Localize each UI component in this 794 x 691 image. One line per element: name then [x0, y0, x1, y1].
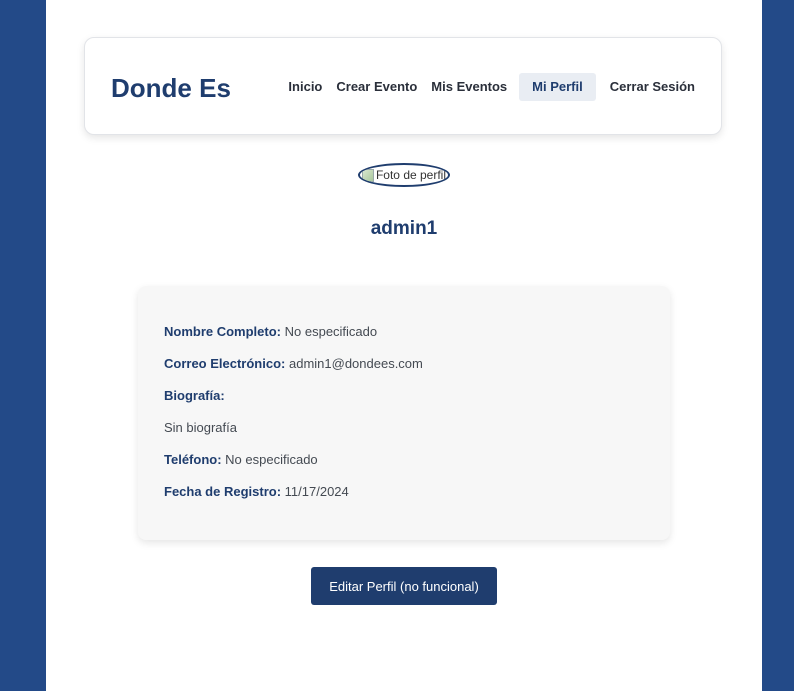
phone-label: Teléfono:: [164, 452, 222, 467]
profile-info-card: Nombre Completo: No especificado Correo …: [138, 286, 670, 540]
edit-profile-button[interactable]: Editar Perfil (no funcional): [311, 567, 497, 605]
page-container: Donde Es Inicio Crear Evento Mis Eventos…: [46, 0, 762, 691]
main-nav: Inicio Crear Evento Mis Eventos Mi Perfi…: [280, 73, 701, 101]
registration-date-value: 11/17/2024: [284, 484, 349, 499]
profile-username: admin1: [370, 218, 438, 239]
bio-value: Sin biografía: [164, 420, 237, 435]
nav-item-cerrar-sesion[interactable]: Cerrar Sesión: [604, 73, 701, 101]
email-row: Correo Electrónico: admin1@dondees.com: [164, 356, 644, 372]
nav-item-mis-eventos[interactable]: Mis Eventos: [425, 73, 513, 101]
full-name-value: No especificado: [284, 324, 378, 339]
avatar: Foto de perfil: [358, 163, 450, 187]
registration-date-label: Fecha de Registro:: [164, 484, 282, 499]
nav-item-crear-evento[interactable]: Crear Evento: [330, 73, 423, 101]
phone-value: No especificado: [225, 452, 318, 467]
bio-label: Biografía:: [164, 388, 225, 403]
email-label: Correo Electrónico:: [164, 356, 286, 371]
avatar-alt-text: Foto de perfil: [375, 168, 447, 182]
full-name-row: Nombre Completo: No especificado: [164, 324, 644, 340]
full-name-label: Nombre Completo:: [164, 324, 281, 339]
brand-logo[interactable]: Donde Es: [111, 73, 231, 103]
email-value: admin1@dondees.com: [288, 356, 423, 371]
phone-row: Teléfono: No especificado: [164, 452, 644, 468]
bio-value-row: Sin biografía: [164, 420, 644, 436]
bio-row: Biografía:: [164, 388, 644, 404]
nav-item-mi-perfil[interactable]: Mi Perfil: [519, 73, 596, 101]
registration-date-row: Fecha de Registro: 11/17/2024: [164, 484, 644, 500]
nav-item-inicio[interactable]: Inicio: [282, 73, 328, 101]
navbar: Donde Es Inicio Crear Evento Mis Eventos…: [84, 37, 722, 135]
broken-image-icon: [361, 168, 374, 182]
